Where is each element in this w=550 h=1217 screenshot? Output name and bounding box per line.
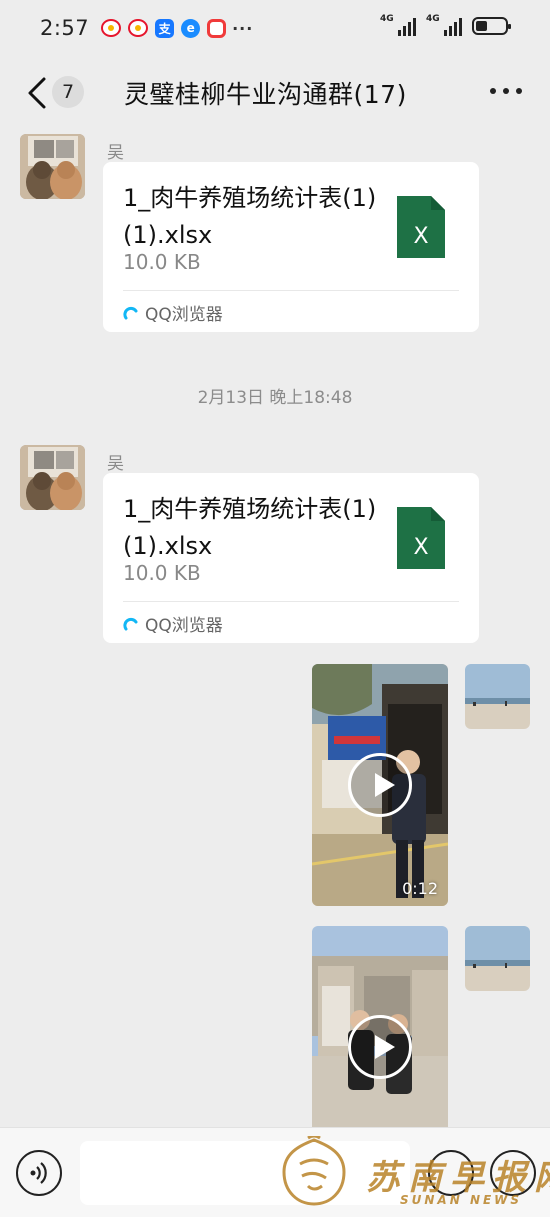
avatar[interactable] — [20, 134, 85, 199]
voice-waves-icon — [30, 1162, 47, 1184]
play-icon[interactable] — [348, 753, 412, 817]
weibo-icon — [101, 19, 122, 37]
watermark-text: 苏南早报网 — [366, 1158, 550, 1198]
alipay-icon: 支 — [155, 18, 175, 38]
video-message[interactable]: 0:12 — [312, 664, 448, 906]
message-input[interactable] — [80, 1141, 410, 1205]
battery-level — [476, 21, 488, 31]
excel-letter: X — [413, 224, 428, 249]
excel-file-icon: X — [397, 196, 445, 258]
signal-icon: 4G — [380, 14, 416, 36]
file-source[interactable]: QQ浏览器 — [123, 611, 223, 636]
back-arrow-icon[interactable] — [26, 76, 48, 110]
chat-title: 灵璧桂柳牛业沟通群(17) — [124, 80, 407, 109]
excel-file-icon: X — [397, 507, 445, 569]
more-options-icon[interactable] — [490, 88, 522, 94]
avatar-seaside-image — [465, 926, 530, 991]
source-label: QQ浏览器 — [145, 616, 223, 636]
status-right: 4G 4G — [380, 14, 511, 36]
qq-browser-icon — [123, 617, 138, 630]
message-timestamp: 2月13日 晚上18:48 — [197, 388, 353, 408]
file-card[interactable]: 1_肉牛养殖场统计表(1)(1).xlsx 10.0 KB X QQ浏览器 — [103, 473, 479, 643]
avatar[interactable] — [20, 445, 85, 510]
signal-label: 4G — [380, 14, 394, 24]
qq-browser-icon — [123, 306, 138, 319]
file-source[interactable]: QQ浏览器 — [123, 300, 223, 325]
unread-count-badge[interactable]: 7 — [52, 76, 84, 108]
watermark-subtext: SUNAN NEWS — [400, 1193, 523, 1207]
file-name: 1_肉牛养殖场统计表(1)(1).xlsx — [123, 495, 377, 560]
file-card[interactable]: 1_肉牛养殖场统计表(1)(1).xlsx 10.0 KB X QQ浏览器 — [103, 162, 479, 332]
divider — [123, 601, 459, 602]
weibo-icon — [128, 19, 149, 37]
file-size: 10.0 KB — [123, 250, 201, 274]
battery-icon — [472, 17, 511, 35]
file-size: 10.0 KB — [123, 561, 201, 585]
avatar-cats-image — [20, 445, 85, 510]
my-avatar[interactable] — [465, 926, 530, 991]
signal-label: 4G — [426, 14, 440, 24]
voice-input-icon[interactable] — [16, 1150, 62, 1196]
browser-icon: e — [181, 18, 201, 38]
file-name: 1_肉牛养殖场统计表(1)(1).xlsx — [123, 184, 377, 249]
excel-letter: X — [413, 535, 428, 560]
signal-icon: 4G — [426, 14, 462, 36]
avatar-seaside-image — [465, 664, 530, 729]
red-app-icon — [207, 18, 227, 38]
status-bar: 2:57 支 e ··· 4G 4G — [0, 0, 550, 56]
status-time: 2:57 — [40, 16, 90, 40]
source-label: QQ浏览器 — [145, 305, 223, 325]
chat-header: 7 灵璧桂柳牛业沟通群(17) — [0, 56, 550, 130]
notification-icons: 支 e ··· — [101, 18, 254, 38]
divider — [123, 290, 459, 291]
more-dots-icon: ··· — [232, 18, 254, 38]
watermark-seal-logo — [282, 1136, 346, 1206]
video-duration: 0:12 — [402, 879, 438, 898]
my-avatar[interactable] — [465, 664, 530, 729]
avatar-cats-image — [20, 134, 85, 199]
play-icon[interactable] — [348, 1015, 412, 1079]
